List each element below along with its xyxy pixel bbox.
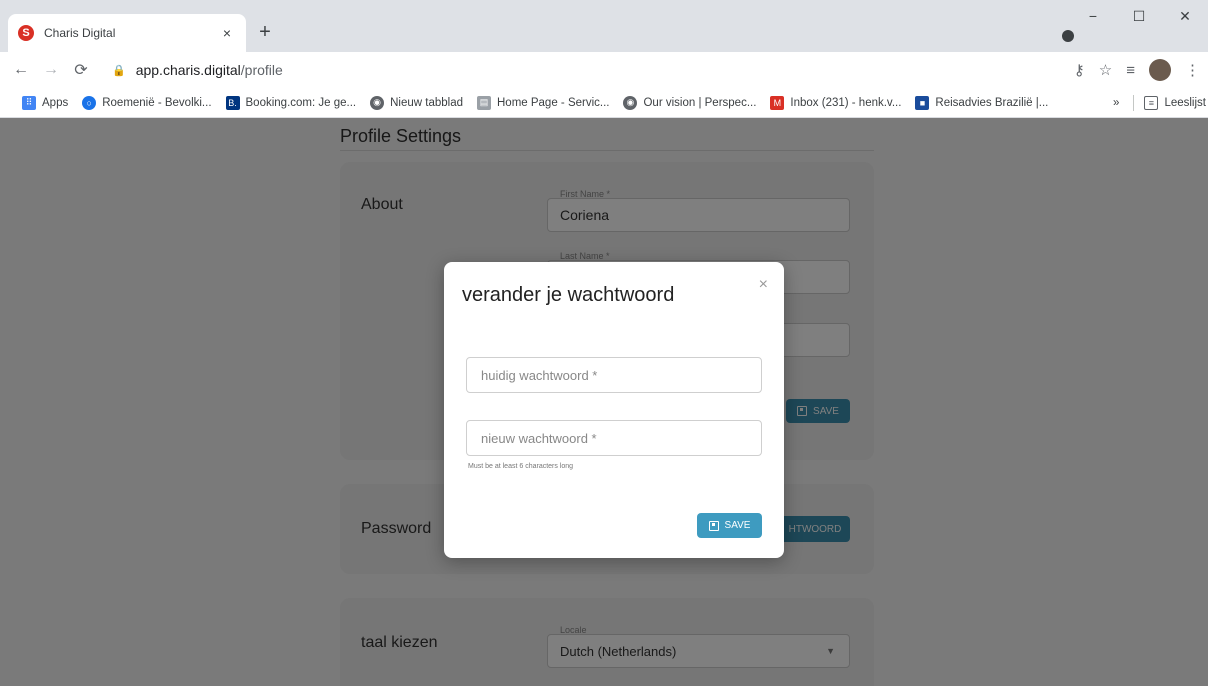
browser-toolbar: ← → ⟳ 🔒 app.charis.digital/profile ⚷ ☆ ≡…	[0, 52, 1208, 88]
url-host: app.charis.digital	[135, 62, 241, 78]
window-controls: − ☐ ✕	[1070, 0, 1208, 32]
bookmark-item[interactable]: ◉ Nieuw tabblad	[370, 95, 463, 110]
browser-tab[interactable]: S Charis Digital ×	[8, 14, 246, 52]
url-path: /profile	[240, 62, 283, 78]
globe-icon: ◉	[623, 95, 638, 110]
save-disk-icon	[708, 520, 719, 531]
tab-title: Charis Digital	[44, 26, 116, 40]
bookmark-item[interactable]: ▤ Home Page - Servic...	[477, 95, 610, 110]
menu-dots-icon[interactable]: ⋮	[1185, 61, 1200, 79]
bookmark-item[interactable]: B. Booking.com: Je ge...	[225, 95, 357, 110]
divider	[1133, 95, 1135, 111]
save-label: SAVE	[724, 520, 751, 531]
password-helper-text: Must be at least 6 characters long	[468, 463, 574, 470]
change-password-modal: verander je wachtwoord × Must be at leas…	[444, 262, 784, 558]
current-password-field[interactable]	[466, 357, 762, 393]
close-icon[interactable]: ×	[759, 276, 768, 294]
globe-icon: ◉	[370, 95, 385, 110]
bookmark-label: Nieuw tabblad	[390, 96, 463, 109]
star-icon[interactable]: ☆	[1099, 61, 1112, 79]
bookmark-label: Inbox (231) - henk.v...	[790, 96, 902, 109]
bookmark-label: Roemenië - Bevolki...	[102, 96, 212, 109]
reload-icon[interactable]: ⟳	[68, 57, 94, 83]
bookmark-label: Home Page - Servic...	[497, 96, 610, 109]
flag-icon: ■	[915, 95, 930, 110]
bookmark-item[interactable]: ◉ Our vision | Perspec...	[623, 95, 757, 110]
new-tab-button[interactable]: +	[254, 22, 276, 42]
key-icon[interactable]: ⚷	[1074, 61, 1085, 79]
bookmark-item[interactable]: ■ Reisadvies Brazilië |...	[915, 95, 1049, 110]
minimize-button[interactable]: −	[1070, 0, 1116, 32]
more-bookmarks-button[interactable]: »	[1109, 97, 1123, 109]
bookmark-label: Reisadvies Brazilië |...	[935, 96, 1049, 109]
apps-grid-icon: ⠿	[22, 95, 36, 110]
address-bar[interactable]: 🔒 app.charis.digital/profile	[112, 62, 1072, 78]
browser-tabstrip: S Charis Digital × + − ☐ ✕	[0, 0, 1208, 52]
globe-icon: ○	[82, 95, 97, 110]
reading-list-icon: ≡	[1144, 96, 1159, 110]
current-password-input[interactable]	[481, 367, 747, 383]
charis-favicon-icon: S	[18, 25, 34, 41]
new-password-field[interactable]	[466, 420, 762, 456]
bookmark-label: Booking.com: Je ge...	[245, 96, 357, 109]
tab-close-icon[interactable]: ×	[218, 25, 236, 41]
reading-list-button[interactable]: ≡ Leeslijst	[1144, 96, 1206, 110]
bookmarks-bar: ⠿ Apps ○ Roemenië - Bevolki... B. Booking.c…	[0, 88, 1208, 118]
bookmark-item[interactable]: ⠿ Apps	[22, 95, 69, 110]
new-password-input[interactable]	[481, 430, 747, 446]
avatar[interactable]	[1149, 59, 1171, 81]
lock-icon[interactable]: 🔒	[112, 64, 126, 77]
bookmark-label: Apps	[42, 96, 69, 109]
bookmarks-right: » ≡ Leeslijst	[1109, 88, 1208, 118]
back-arrow-icon[interactable]: ←	[8, 57, 34, 83]
media-queue-icon[interactable]: ≡	[1126, 62, 1135, 79]
bookmark-item[interactable]: M Inbox (231) - henk.v...	[770, 95, 902, 110]
reading-list-label: Leeslijst	[1164, 97, 1206, 109]
page-icon: ▤	[477, 95, 491, 110]
save-password-button[interactable]: SAVE	[697, 513, 762, 538]
bookmark-item[interactable]: ○ Roemenië - Bevolki...	[82, 95, 212, 110]
forward-arrow-icon[interactable]: →	[38, 57, 64, 83]
bookmark-label: Our vision | Perspec...	[643, 96, 757, 109]
modal-title: verander je wachtwoord	[462, 284, 675, 306]
booking-icon: B.	[225, 95, 240, 110]
gmail-icon: M	[770, 95, 785, 110]
maximize-button[interactable]: ☐	[1116, 0, 1162, 32]
close-window-button[interactable]: ✕	[1162, 0, 1208, 32]
toolbar-actions: ⚷ ☆ ≡ ⋮	[1074, 59, 1200, 81]
